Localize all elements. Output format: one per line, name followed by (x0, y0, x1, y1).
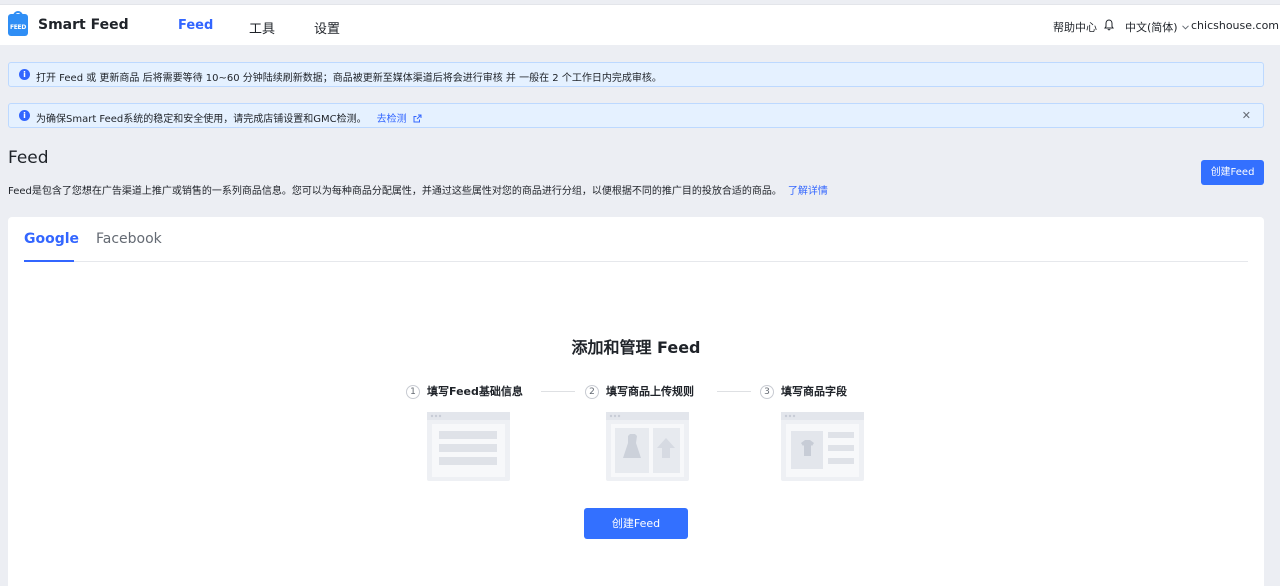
info-icon: i (19, 110, 30, 121)
nav-item-tools[interactable]: 工具 (249, 18, 275, 37)
feed-info-illustration-icon (427, 412, 510, 481)
step-label: 填写商品字段 (781, 385, 847, 398)
bell-icon[interactable] (1104, 19, 1114, 31)
top-navbar: FEED Smart Feed Feed 工具 设置 帮助中心 中文(简体) c… (0, 4, 1280, 45)
feed-card: Google Facebook 添加和管理 Feed 1 填写Feed基础信息 2… (8, 217, 1264, 586)
page-title: Feed (8, 148, 49, 168)
help-center-link[interactable]: 帮助中心 (1053, 19, 1097, 35)
nav-item-feed[interactable]: Feed (178, 18, 213, 33)
page-description: Feed是包含了您想在广告渠道上推广或销售的一系列商品信息。您可以为每种商品分配… (8, 182, 828, 197)
create-feed-button[interactable]: 创建Feed (1201, 160, 1264, 185)
tab-google[interactable]: Google (24, 231, 79, 247)
logo-text: FEED (9, 24, 27, 31)
language-label: 中文(简体) (1125, 21, 1178, 34)
step-3: 3 填写商品字段 (760, 383, 847, 399)
chevron-down-icon (1182, 25, 1189, 30)
language-selector[interactable]: 中文(简体) (1125, 19, 1189, 35)
alert-message: 打开 Feed 或 更新商品 后将需要等待 10~60 分钟陆续刷新数据；商品被… (36, 73, 662, 84)
page-description-text: Feed是包含了您想在广告渠道上推广或销售的一系列商品信息。您可以为每种商品分配… (8, 186, 782, 197)
go-check-link-label: 去检测 (376, 114, 407, 125)
step-connector (717, 391, 751, 392)
upload-rules-illustration-icon (606, 412, 689, 481)
step-number: 1 (406, 385, 420, 399)
product-fields-illustration-icon (781, 412, 864, 481)
smart-feed-logo-icon[interactable]: FEED (8, 11, 28, 36)
step-connector (541, 391, 575, 392)
step-label: 填写商品上传规则 (606, 385, 694, 398)
app-title: Smart Feed (38, 17, 129, 33)
info-icon: i (19, 69, 30, 80)
external-link-icon (413, 114, 422, 123)
nav-item-settings[interactable]: 设置 (314, 18, 340, 37)
channel-tabs: Google Facebook (24, 217, 1248, 262)
close-icon[interactable]: ✕ (1242, 109, 1251, 122)
step-number: 2 (585, 385, 599, 399)
tab-facebook[interactable]: Facebook (96, 231, 162, 247)
alert-message: 为确保Smart Feed系统的稳定和安全使用，请完成店铺设置和GMC检测。 (36, 114, 367, 125)
step-2: 2 填写商品上传规则 (585, 383, 694, 399)
step-1: 1 填写Feed基础信息 (406, 383, 523, 399)
active-tab-indicator (24, 260, 74, 262)
step-label: 填写Feed基础信息 (427, 385, 523, 398)
create-feed-main-button[interactable]: 创建Feed (584, 508, 688, 539)
empty-state-title: 添加和管理 Feed (571, 338, 701, 357)
info-alert-check: i 为确保Smart Feed系统的稳定和安全使用，请完成店铺设置和GMC检测。… (8, 103, 1264, 128)
store-domain[interactable]: chicshouse.com (1191, 19, 1279, 32)
go-check-link[interactable]: 去检测 (377, 114, 422, 125)
info-alert-sync: i 打开 Feed 或 更新商品 后将需要等待 10~60 分钟陆续刷新数据；商… (8, 62, 1264, 87)
step-number: 3 (760, 385, 774, 399)
learn-more-link[interactable]: 了解详情 (788, 186, 828, 197)
